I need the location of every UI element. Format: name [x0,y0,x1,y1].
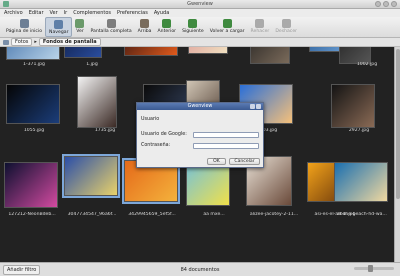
dialog-section-label: Usuario [141,117,160,122]
menu-editar[interactable]: Editar [29,9,44,17]
login-dialog: Gwenview Usuario Usuario de Google: Cont… [136,102,264,168]
left-arrow-icon [162,19,172,28]
maximize-button[interactable] [383,1,389,7]
breadcrumb-separator: ▸ [34,39,37,45]
thumbnail-caption: 2927.jpg [348,128,370,133]
thumbnail-image[interactable] [124,47,178,56]
thumbnail-caption: 1002.jpg [356,62,378,67]
document-count: 84 documentos [180,266,220,273]
window-controls [375,1,397,7]
vertical-scrollbar[interactable] [394,47,400,262]
thumbnail-caption: aa mxe... [203,212,225,217]
thumbnail-image[interactable] [64,47,102,58]
menu-preferencias[interactable]: Preferencias [117,9,148,17]
redo-icon [255,19,265,28]
menu-complementos[interactable]: Complementos [73,9,111,17]
thumbnail-image[interactable] [188,47,228,54]
dialog-title: Gwenview [187,104,213,109]
toolbar-button-label: Página de inicio [6,29,43,34]
menu-ayuda[interactable]: Ayuda [154,9,169,17]
toolbar-button-up-arrow[interactable]: Arriba [135,17,155,37]
toolbar-button-label: Rehacer [250,29,270,34]
password-input[interactable] [193,143,259,149]
thumbnail-caption: 127212-NeonBdeb... [8,212,56,217]
home-icon [19,19,29,28]
thumbnail-image[interactable] [331,84,375,128]
right-arrow-icon [188,19,198,28]
zoom-slider[interactable] [354,265,394,272]
menubar: Archivo Editar Ver Ir Complementos Prefe… [0,9,400,17]
folder-icon [3,39,9,45]
toolbar-button-reload[interactable]: Volver a cargar [207,17,248,37]
fullscreen-icon [106,19,116,28]
google-user-label: Usuario de Google: [141,132,187,137]
toolbar-button-label: Arriba [137,29,152,34]
toolbar-button-fullscreen[interactable]: Pantalla completa [87,17,134,37]
thumbnail-caption: 3429945659_5ef5f... [128,212,176,217]
menu-ir[interactable]: Ir [64,9,68,17]
thumbnail-caption: 1735.jpg [94,128,116,133]
ok-button[interactable]: OK [207,158,226,165]
thumbnail-image[interactable] [77,76,117,128]
thumbnail-caption: 1.jpg [86,62,98,67]
google-user-input[interactable] [193,132,259,138]
toolbar-button-home[interactable]: Página de inicio [3,17,45,37]
thumbnail-image[interactable] [250,47,290,64]
image-icon [75,19,85,28]
zoom-slider-handle[interactable] [368,265,373,272]
toolbar-button-label: Ver [76,29,84,34]
minimize-button[interactable] [375,1,381,7]
scrollbar-handle[interactable] [396,49,400,199]
toolbar-button-image[interactable]: Ver [72,17,87,37]
dialog-minimize-button[interactable] [250,104,255,109]
menu-archivo[interactable]: Archivo [4,9,23,17]
toolbar-button-label: Navegar [49,30,69,35]
close-button[interactable] [391,1,397,7]
thumbnail-image[interactable] [334,162,388,202]
toolbar-button-label: Deshacer [275,29,298,34]
toolbar-button-label: Siguiente [182,29,204,34]
thumbnail-caption: 1-371.jpg [23,62,45,67]
thumbnail-caption: at-the-beach-hd-wa... [337,212,387,217]
thumbnail-image[interactable] [6,47,60,60]
cancel-button[interactable]: Cancelar [229,158,260,165]
toolbar-button-redo[interactable]: Rehacer [248,17,273,37]
undo-icon [281,19,291,28]
grid-icon [54,20,64,29]
password-label: Contraseña: [141,143,171,148]
toolbar-button-label: Anterior [157,29,177,34]
breadcrumb-root[interactable]: Fotos [11,38,33,46]
menu-ver[interactable]: Ver [50,9,58,17]
thumbnail-caption: alizee-jacotey-2-11... [249,212,299,217]
thumbnail-image[interactable] [62,154,120,198]
toolbar-button-right-arrow[interactable]: Siguiente [179,17,207,37]
toolbar-button-left-arrow[interactable]: Anterior [155,17,180,37]
thumbnail-image[interactable] [6,84,60,124]
statusbar: Añadir filtro 84 documentos [0,262,400,276]
dialog-titlebar: Gwenview [137,103,263,110]
window-title: Gwenview [187,1,213,7]
up-arrow-icon [140,19,150,28]
reload-icon [222,19,232,28]
breadcrumb: Fotos ▸ Fondos de pantalla [0,38,400,47]
dialog-close-button[interactable] [256,104,261,109]
main-toolbar: Página de inicio Navegar Ver Pantalla compl… [0,17,400,38]
toolbar-button-grid[interactable]: Navegar [45,17,73,37]
thumbnail-caption: 3047734547_96a6f... [67,212,117,217]
toolbar-button-label: Volver a cargar [209,29,245,34]
app-icon [3,1,9,7]
toolbar-button-undo[interactable]: Deshacer [272,17,300,37]
thumbnail-image[interactable] [4,162,58,208]
breadcrumb-current[interactable]: Fondos de pantalla [38,38,101,46]
thumbnail-caption: 1055.jpg [23,128,45,133]
toolbar-button-label: Pantalla completa [90,29,132,34]
window-titlebar: Gwenview [0,0,400,9]
